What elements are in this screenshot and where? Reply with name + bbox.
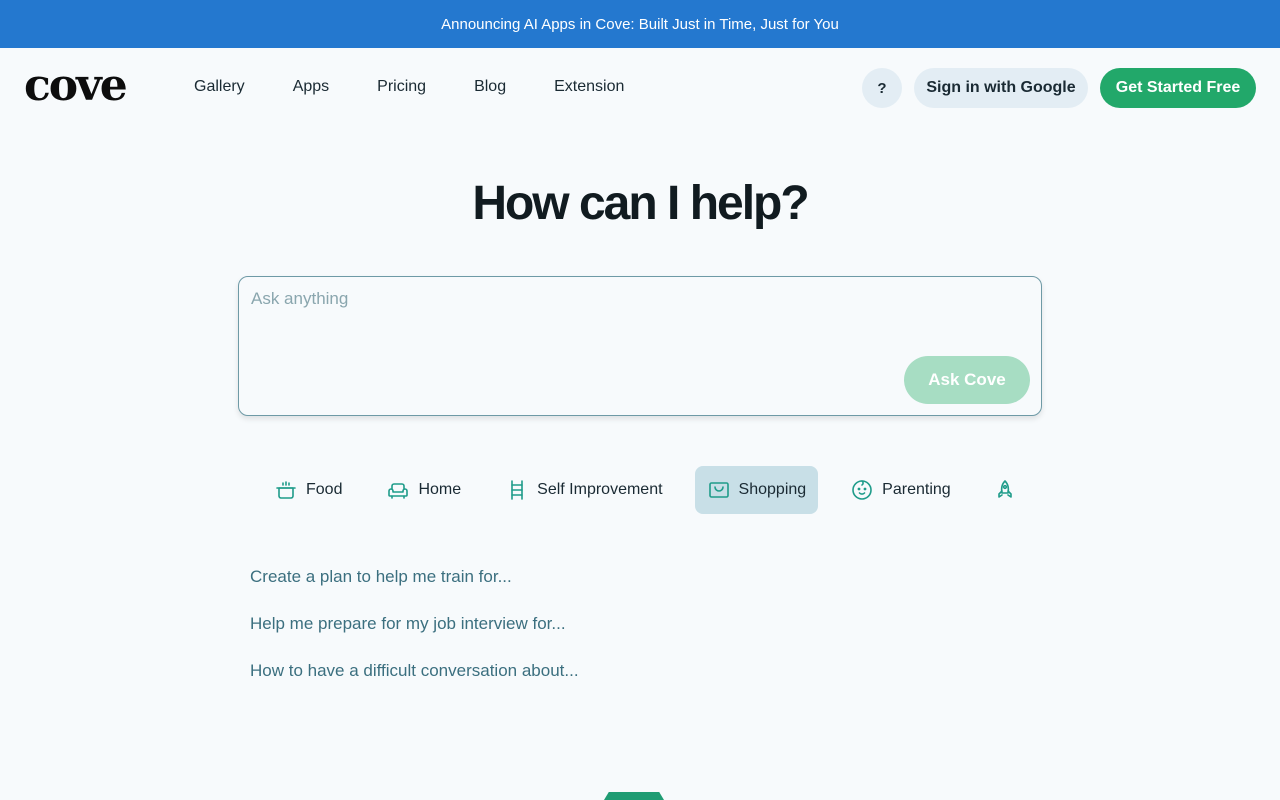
help-button[interactable]: ? <box>862 68 902 108</box>
nav-pricing[interactable]: Pricing <box>377 76 426 98</box>
get-started-button[interactable]: Get Started Free <box>1100 68 1256 108</box>
category-label: Home <box>418 481 462 498</box>
page-title: How can I help? <box>472 177 809 230</box>
category-label: Parenting <box>882 481 951 498</box>
category-label: Shopping <box>738 481 807 498</box>
ladder-icon <box>511 480 523 500</box>
suggestion-train-plan[interactable]: Create a plan to help me train for... <box>250 566 579 613</box>
category-parenting[interactable]: Parenting <box>838 466 963 514</box>
category-self-improvement[interactable]: Self Improvement <box>493 466 674 514</box>
category-food[interactable]: Food <box>262 466 354 514</box>
category-more[interactable] <box>983 466 1027 514</box>
suggestion-job-interview[interactable]: Help me prepare for my job interview for… <box>250 613 579 660</box>
category-shopping[interactable]: Shopping <box>694 466 819 514</box>
ask-input[interactable] <box>251 289 1031 359</box>
nav-gallery[interactable]: Gallery <box>194 76 245 98</box>
category-bar: Food Home Self Improvement Shopping Pare… <box>262 466 1047 514</box>
ask-cove-button[interactable]: Ask Cove <box>904 356 1030 404</box>
nav-apps[interactable]: Apps <box>293 76 329 98</box>
announcement-text[interactable]: Announcing AI Apps in Cove: Built Just i… <box>441 16 839 33</box>
category-label: Food <box>306 481 343 498</box>
gem-decoration <box>604 792 664 800</box>
announcement-banner[interactable]: Announcing AI Apps in Cove: Built Just i… <box>0 0 1280 48</box>
pot-icon <box>276 481 296 499</box>
baby-face-icon <box>852 480 872 500</box>
sofa-icon <box>388 483 409 499</box>
nav-extension[interactable]: Extension <box>554 76 624 98</box>
ask-box: Ask Cove <box>238 276 1042 416</box>
main-nav: Gallery Apps Pricing Blog Extension <box>194 76 672 98</box>
suggestion-difficult-conversation[interactable]: How to have a difficult conversation abo… <box>250 660 579 707</box>
category-home[interactable]: Home <box>374 466 473 514</box>
site-header: cove Gallery Apps Pricing Blog Extension… <box>0 48 1280 128</box>
sign-in-google-button[interactable]: Sign in with Google <box>914 68 1088 108</box>
cove-logo[interactable]: cove <box>24 64 128 108</box>
category-label: Self Improvement <box>537 481 663 498</box>
nav-blog[interactable]: Blog <box>474 76 506 98</box>
rocket-icon <box>997 480 1012 498</box>
suggestion-list: Create a plan to help me train for... He… <box>250 566 579 707</box>
shopping-bag-icon <box>708 482 729 498</box>
